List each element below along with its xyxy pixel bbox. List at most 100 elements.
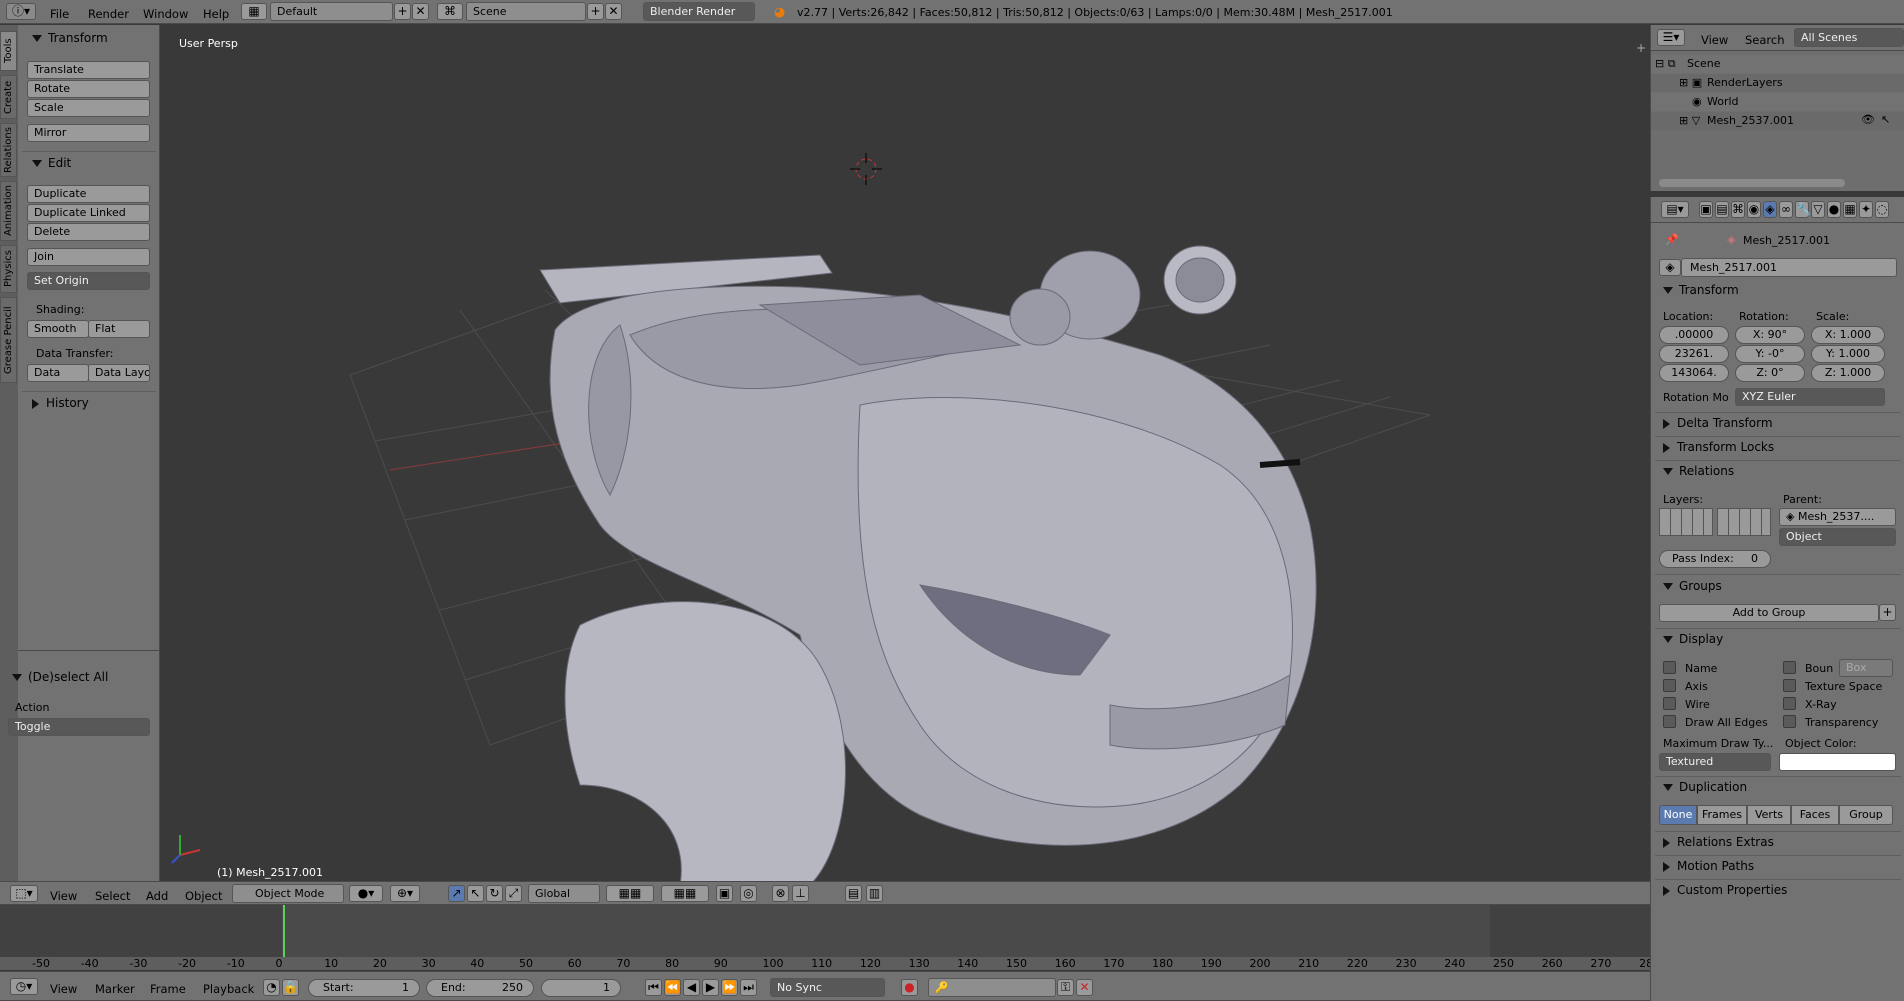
- texture-space-checkbox[interactable]: [1783, 679, 1796, 692]
- start-frame-field[interactable]: Start: 1: [308, 979, 420, 997]
- object-context-icon[interactable]: ◈: [1763, 201, 1777, 218]
- menu-add[interactable]: Add: [146, 889, 168, 903]
- smooth-button[interactable]: Smooth: [27, 320, 89, 338]
- rotation-y-field[interactable]: Y: -0°: [1735, 345, 1805, 363]
- scene-context-icon[interactable]: ⌘: [1731, 201, 1745, 218]
- viewport-plus-icon[interactable]: +: [1636, 41, 1646, 55]
- tab-relations[interactable]: Relations: [0, 123, 17, 177]
- location-x-field[interactable]: .00000: [1659, 326, 1729, 344]
- render-engine-select[interactable]: Blender Render: [643, 2, 755, 21]
- relations-header[interactable]: Relations: [1663, 464, 1734, 478]
- mode-select[interactable]: Object Mode: [232, 884, 344, 903]
- outliner-row[interactable]: ◉ World: [1651, 93, 1904, 111]
- tab-tools[interactable]: Tools: [0, 31, 17, 71]
- location-y-field[interactable]: 23261.: [1659, 345, 1729, 363]
- operator-panel-header[interactable]: (De)select All: [12, 670, 108, 684]
- add-group-plus-icon[interactable]: +: [1879, 604, 1896, 621]
- screen-layout-icon[interactable]: ▦: [241, 3, 267, 20]
- menu-window[interactable]: Window: [143, 7, 188, 21]
- tab-physics[interactable]: Physics: [0, 245, 17, 293]
- dup-faces-button[interactable]: Faces: [1791, 805, 1839, 825]
- max-draw-type-select[interactable]: Textured: [1659, 753, 1771, 771]
- draw-all-edges-checkbox[interactable]: [1663, 715, 1676, 728]
- rotation-x-field[interactable]: X: 90°: [1735, 326, 1805, 344]
- visibility-eye-icon[interactable]: 👁: [1861, 113, 1875, 126]
- parent-field[interactable]: ◈ Mesh_2537....: [1779, 508, 1896, 526]
- add-layout-icon[interactable]: +: [394, 3, 411, 20]
- outliner-row[interactable]: ⊞ ▽ Mesh_2537.001 👁 ↖: [1651, 112, 1904, 130]
- render-anim-icon[interactable]: ▥: [866, 885, 883, 902]
- tab-create[interactable]: Create: [0, 75, 17, 119]
- data-layout-button[interactable]: Data Layo: [88, 364, 150, 382]
- pin-icon[interactable]: 📌: [1665, 233, 1679, 246]
- tab-grease-pencil[interactable]: Grease Pencil: [0, 297, 17, 383]
- transform-panel-header[interactable]: Transform: [32, 31, 108, 45]
- axis-checkbox[interactable]: [1663, 679, 1676, 692]
- scale-manipulator-icon[interactable]: ⤢: [505, 885, 522, 902]
- menu-view[interactable]: View: [50, 982, 77, 996]
- menu-view[interactable]: View: [50, 889, 77, 903]
- particles-context-icon[interactable]: ✦: [1859, 201, 1873, 218]
- menu-frame[interactable]: Frame: [150, 982, 186, 996]
- display-header[interactable]: Display: [1663, 632, 1723, 646]
- transform-section-header[interactable]: Transform: [1663, 283, 1739, 297]
- delete-keyframe-icon[interactable]: ✕: [1076, 979, 1093, 996]
- manipulator-icon[interactable]: ↗: [448, 885, 465, 902]
- add-scene-icon[interactable]: +: [587, 3, 604, 20]
- outliner-scrollbar[interactable]: [1659, 179, 1845, 187]
- history-panel-header[interactable]: History: [32, 396, 89, 410]
- physics-context-icon[interactable]: ◌: [1875, 201, 1889, 218]
- pass-index-field[interactable]: Pass Index: 0: [1659, 550, 1771, 568]
- flat-button[interactable]: Flat: [88, 320, 150, 338]
- proportional-edit-icon[interactable]: ◎: [740, 885, 757, 902]
- scale-x-field[interactable]: X: 1.000: [1811, 326, 1885, 344]
- translate-button[interactable]: Translate: [27, 61, 150, 79]
- relations-extras-header[interactable]: Relations Extras: [1663, 835, 1774, 849]
- render-layers-context-icon[interactable]: ▤: [1715, 201, 1729, 218]
- delete-button[interactable]: Delete: [27, 223, 150, 241]
- jump-start-icon[interactable]: ⏮: [645, 979, 662, 996]
- scene-field[interactable]: Scene: [466, 2, 586, 21]
- next-keyframe-icon[interactable]: ⏩: [721, 979, 738, 996]
- timeline-editor-icon[interactable]: ◷▾: [10, 978, 38, 995]
- scale-button[interactable]: Scale: [27, 99, 150, 117]
- transparency-checkbox[interactable]: [1783, 715, 1796, 728]
- keying-set-field[interactable]: 🔑: [928, 978, 1056, 997]
- snap-icon[interactable]: ⊗: [772, 885, 789, 902]
- wire-checkbox[interactable]: [1663, 697, 1676, 710]
- join-button[interactable]: Join: [27, 248, 150, 266]
- layers-grid-icon[interactable]: ▦▦: [606, 885, 654, 902]
- orientation-select[interactable]: Global: [528, 884, 600, 903]
- layers-grid-2[interactable]: [1717, 508, 1771, 536]
- parent-type-select[interactable]: Object: [1779, 528, 1896, 546]
- mirror-button[interactable]: Mirror: [27, 124, 150, 142]
- constraints-context-icon[interactable]: ∞: [1779, 201, 1793, 218]
- play-icon[interactable]: ▶: [702, 979, 719, 996]
- menu-help[interactable]: Help: [203, 7, 229, 21]
- location-z-field[interactable]: 143064.: [1659, 364, 1729, 382]
- sync-select[interactable]: No Sync: [770, 978, 885, 997]
- record-icon[interactable]: ●: [901, 979, 918, 996]
- outliner-menu-view[interactable]: View: [1701, 33, 1728, 47]
- shading-icon[interactable]: ●▾: [349, 885, 383, 902]
- scale-y-field[interactable]: Y: 1.000: [1811, 345, 1885, 363]
- groups-header[interactable]: Groups: [1663, 579, 1722, 593]
- dup-frames-button[interactable]: Frames: [1697, 805, 1747, 825]
- material-context-icon[interactable]: ●: [1827, 201, 1841, 218]
- translate-manipulator-icon[interactable]: ↖: [467, 885, 484, 902]
- object-name-field[interactable]: Mesh_2517.001: [1681, 258, 1897, 277]
- info-editor-type-icon[interactable]: ⓘ▾: [6, 3, 36, 20]
- tab-animation[interactable]: Animation: [0, 181, 17, 241]
- duplicate-button[interactable]: Duplicate: [27, 185, 150, 203]
- scale-z-field[interactable]: Z: 1.000: [1811, 364, 1885, 382]
- edit-panel-header[interactable]: Edit: [32, 156, 71, 170]
- end-frame-field[interactable]: End: 250: [426, 979, 534, 997]
- modifiers-context-icon[interactable]: 🔧: [1795, 201, 1811, 218]
- data-transfer-button[interactable]: Data: [27, 364, 89, 382]
- transform-locks-header[interactable]: Transform Locks: [1663, 440, 1774, 454]
- set-origin-select[interactable]: Set Origin: [27, 272, 150, 290]
- layers-grid[interactable]: [1659, 508, 1713, 536]
- selectability-cursor-icon[interactable]: ↖: [1881, 113, 1890, 126]
- action-select[interactable]: Toggle: [8, 718, 150, 736]
- dup-verts-button[interactable]: Verts: [1747, 805, 1791, 825]
